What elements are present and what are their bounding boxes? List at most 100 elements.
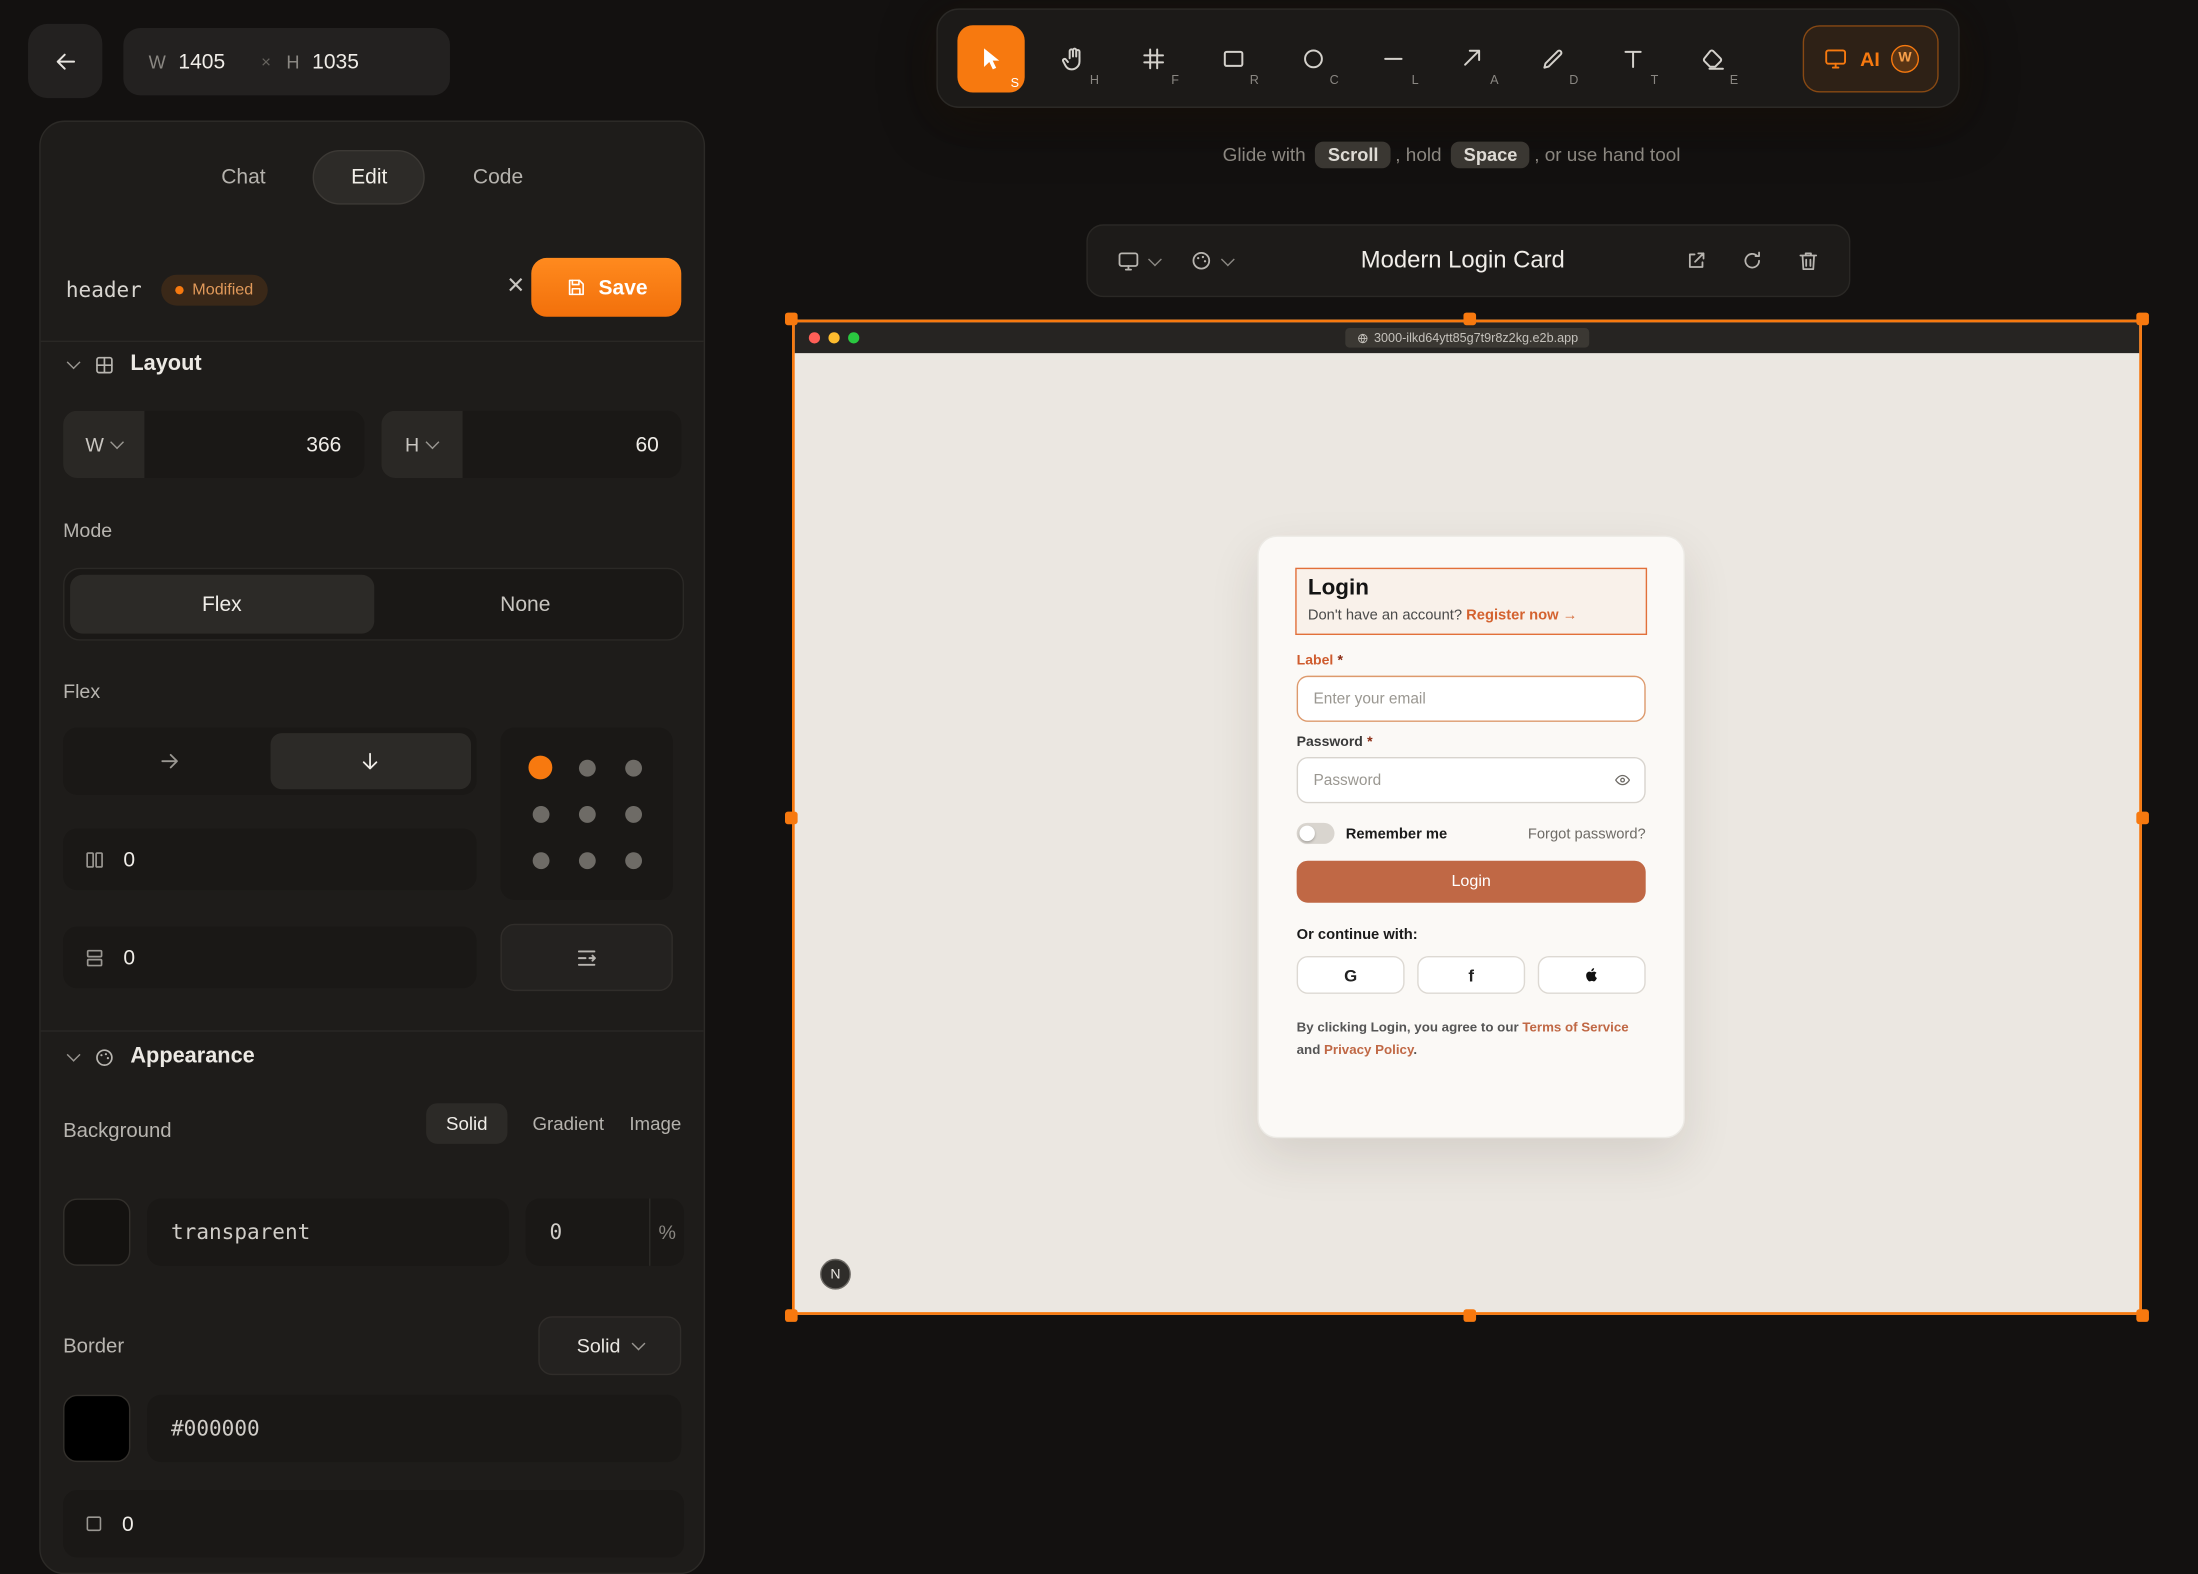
align-top-left-dot[interactable] bbox=[528, 755, 553, 780]
divider bbox=[40, 1030, 704, 1032]
w-label: W bbox=[85, 433, 104, 456]
tool-shortcut: E bbox=[1729, 72, 1739, 87]
selection-handle-top-right[interactable] bbox=[2136, 312, 2149, 326]
apple-button[interactable] bbox=[1537, 956, 1646, 994]
tool-text[interactable]: T bbox=[1602, 27, 1664, 89]
selection-handle-bottom-right[interactable] bbox=[2136, 1309, 2149, 1322]
border-width-control bbox=[63, 1490, 685, 1558]
mode-none-option[interactable]: None bbox=[374, 575, 677, 634]
height-value-input[interactable] bbox=[461, 410, 682, 479]
align-top-center-dot[interactable] bbox=[578, 759, 596, 776]
tool-rectangle[interactable]: R bbox=[1203, 27, 1265, 89]
delete-button[interactable] bbox=[1796, 248, 1821, 273]
back-button[interactable] bbox=[28, 23, 103, 99]
refresh-button[interactable] bbox=[1740, 248, 1765, 273]
deselect-button[interactable]: × bbox=[507, 271, 524, 300]
close-window-button[interactable] bbox=[808, 332, 821, 344]
eye-icon[interactable] bbox=[1613, 771, 1631, 789]
bg-tab-gradient[interactable]: Gradient bbox=[532, 1113, 604, 1134]
align-bottom-center-dot[interactable] bbox=[578, 851, 596, 869]
tool-frame[interactable]: F bbox=[1123, 27, 1185, 89]
password-input[interactable] bbox=[1296, 756, 1646, 804]
tool-shortcut: H bbox=[1089, 72, 1099, 87]
mode-flex-option[interactable]: Flex bbox=[70, 574, 374, 634]
remember-toggle[interactable] bbox=[1296, 822, 1335, 844]
distribute-button[interactable] bbox=[500, 923, 673, 992]
tool-arrow[interactable]: A bbox=[1442, 27, 1504, 89]
border-width-icon bbox=[86, 1516, 102, 1532]
tool-eraser[interactable]: E bbox=[1682, 27, 1744, 89]
maximize-window-button[interactable] bbox=[848, 332, 860, 344]
background-opacity-input[interactable] bbox=[525, 1219, 650, 1245]
browser-frame[interactable]: 3000-ilkd64ytt85g7t9r8z2kg.e2b.app Login… bbox=[785, 312, 2149, 1322]
login-card: Login Don't have an account? Register no… bbox=[1257, 535, 1685, 1139]
register-link[interactable]: Register now → bbox=[1466, 607, 1577, 624]
height-label: H bbox=[286, 51, 300, 73]
arrow-icon bbox=[1464, 49, 1481, 66]
tool-hand[interactable]: H bbox=[1043, 27, 1105, 89]
align-middle-center-dot[interactable] bbox=[578, 805, 596, 823]
width-input[interactable] bbox=[178, 49, 246, 74]
direction-row-button[interactable] bbox=[69, 733, 270, 789]
rows-icon bbox=[86, 949, 103, 966]
column-gap-input[interactable] bbox=[123, 847, 457, 872]
legal-end: . bbox=[1413, 1042, 1418, 1058]
align-bottom-right-dot[interactable] bbox=[624, 851, 642, 869]
ai-mode-button[interactable]: AI W bbox=[1802, 24, 1939, 92]
email-input[interactable] bbox=[1296, 675, 1646, 722]
height-input[interactable] bbox=[312, 49, 380, 74]
corner-n-badge[interactable]: N bbox=[820, 1258, 851, 1290]
border-style-dropdown[interactable]: Solid bbox=[538, 1316, 682, 1376]
tool-circle[interactable]: C bbox=[1283, 27, 1345, 89]
background-value-input[interactable] bbox=[147, 1219, 509, 1245]
login-submit-button[interactable]: Login bbox=[1296, 860, 1646, 903]
layout-section-header[interactable]: Layout bbox=[66, 352, 202, 377]
selection-handle-bottom-left[interactable] bbox=[785, 1309, 798, 1322]
align-bottom-left-dot[interactable] bbox=[531, 851, 549, 869]
selection-handle-bottom[interactable] bbox=[1463, 1309, 1477, 1322]
bg-tab-solid[interactable]: Solid bbox=[426, 1103, 508, 1144]
height-unit-dropdown[interactable]: H bbox=[380, 410, 462, 479]
tab-edit[interactable]: Edit bbox=[313, 149, 426, 205]
address-bar[interactable]: 3000-ilkd64ytt85g7t9r8z2kg.e2b.app bbox=[1344, 328, 1590, 348]
selection-handle-left[interactable] bbox=[785, 811, 798, 825]
forgot-password-link[interactable]: Forgot password? bbox=[1528, 825, 1646, 842]
align-top-right-dot[interactable] bbox=[624, 759, 642, 776]
device-dropdown[interactable] bbox=[1116, 248, 1162, 273]
open-external-button[interactable] bbox=[1684, 248, 1709, 273]
row-gap-input[interactable] bbox=[123, 945, 457, 970]
bg-tab-image[interactable]: Image bbox=[629, 1113, 681, 1134]
width-value-input[interactable] bbox=[144, 410, 364, 479]
subtitle-text: Don't have an account? bbox=[1307, 606, 1463, 624]
privacy-link[interactable]: Privacy Policy bbox=[1324, 1042, 1413, 1057]
direction-column-button[interactable] bbox=[269, 733, 471, 790]
minimize-window-button[interactable] bbox=[828, 332, 840, 344]
tab-chat[interactable]: Chat bbox=[216, 151, 272, 203]
border-color-swatch[interactable] bbox=[63, 1394, 131, 1463]
align-middle-left-dot[interactable] bbox=[531, 805, 549, 823]
width-unit-dropdown[interactable]: W bbox=[63, 410, 145, 479]
tool-line[interactable]: L bbox=[1363, 27, 1425, 89]
border-color-input[interactable] bbox=[147, 1415, 682, 1442]
selection-handle-top-left[interactable] bbox=[785, 312, 798, 326]
save-button[interactable]: Save bbox=[531, 257, 682, 317]
remember-label: Remember me bbox=[1345, 824, 1448, 842]
tool-select[interactable]: S bbox=[957, 24, 1025, 92]
theme-dropdown[interactable] bbox=[1189, 248, 1235, 273]
border-width-input[interactable] bbox=[121, 1511, 665, 1536]
selection-handle-top[interactable] bbox=[1463, 312, 1477, 326]
tool-draw[interactable]: D bbox=[1522, 27, 1584, 89]
appearance-section-header[interactable]: Appearance bbox=[66, 1044, 255, 1069]
window-toolbar: Modern Login Card bbox=[1086, 224, 1851, 298]
tool-shortcut: A bbox=[1490, 72, 1499, 87]
align-middle-right-dot[interactable] bbox=[624, 805, 642, 823]
terms-link[interactable]: Terms of Service bbox=[1522, 1021, 1628, 1036]
background-color-swatch[interactable] bbox=[63, 1198, 131, 1266]
tab-code[interactable]: Code bbox=[467, 151, 528, 203]
facebook-button[interactable]: f bbox=[1417, 956, 1526, 994]
chevron-down-icon bbox=[110, 434, 125, 449]
section-title: Appearance bbox=[130, 1044, 255, 1069]
selection-handle-right[interactable] bbox=[2136, 811, 2149, 825]
google-button[interactable]: G bbox=[1296, 956, 1405, 994]
cursor-icon bbox=[984, 47, 1000, 69]
